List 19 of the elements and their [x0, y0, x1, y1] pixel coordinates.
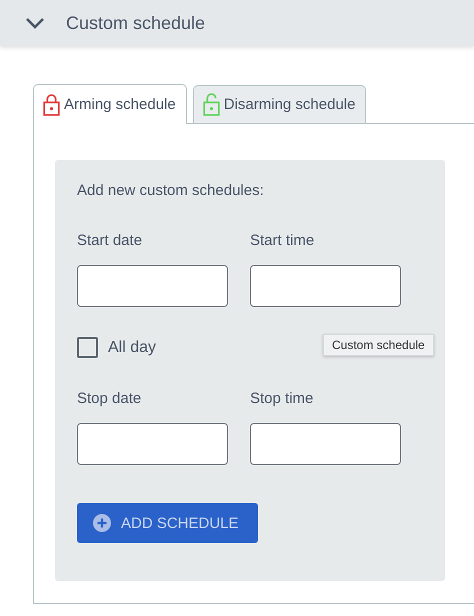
form-heading: Add new custom schedules:	[77, 182, 265, 200]
checkbox[interactable]	[77, 337, 98, 358]
field-label: Start time	[250, 232, 316, 250]
tab[interactable]: Disarming schedule	[192, 85, 366, 123]
section-header[interactable]: Custom schedule	[0, 0, 474, 46]
field-label: Stop time	[250, 390, 314, 408]
field-label: Stop date	[77, 390, 142, 408]
input-field[interactable]	[77, 423, 228, 465]
input-field[interactable]	[250, 423, 401, 465]
tooltip: Custom schedule	[323, 334, 434, 356]
input-field[interactable]	[250, 265, 401, 307]
input-field[interactable]	[77, 265, 228, 307]
checkbox-label: All day	[108, 338, 156, 356]
section-title: Custom schedule	[66, 12, 206, 34]
chevron-icon[interactable]	[25, 17, 45, 29]
field-label: Start date	[77, 232, 144, 250]
tab[interactable]: Arming schedule	[33, 84, 187, 124]
add-schedule-button[interactable]: ADD SCHEDULE	[77, 503, 258, 543]
plus-icon	[93, 514, 111, 532]
